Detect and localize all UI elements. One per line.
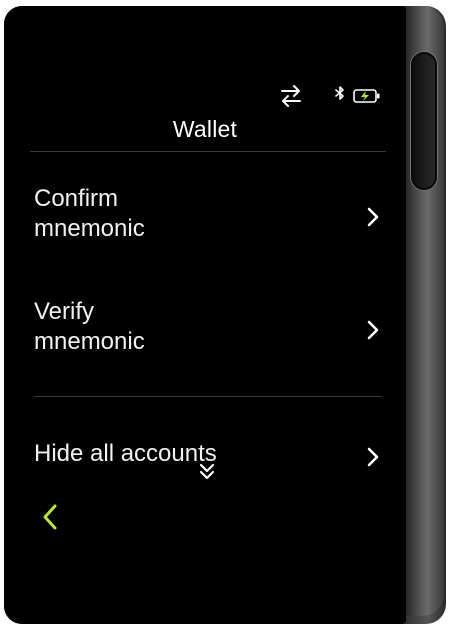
chevron-right-icon xyxy=(367,320,379,340)
chevron-right-icon xyxy=(367,447,379,467)
screen: Wallet Confirm mnemonic Verify mnemonic … xyxy=(4,6,406,624)
page-title: Wallet xyxy=(172,116,238,142)
double-chevron-down-icon[interactable] xyxy=(198,462,216,482)
header-divider xyxy=(30,151,386,152)
transfer-icon xyxy=(281,85,301,107)
menu-item-confirm-mnemonic[interactable]: Confirm mnemonic xyxy=(34,184,384,256)
section-divider xyxy=(34,396,382,397)
battery-charging-icon xyxy=(353,89,380,103)
chevron-left-icon[interactable] xyxy=(38,502,64,532)
menu-item-label: Verify mnemonic xyxy=(34,298,145,355)
side-scroll-wheel[interactable] xyxy=(411,52,437,190)
menu-item-label: Confirm mnemonic xyxy=(34,185,145,242)
chevron-right-icon xyxy=(367,207,379,227)
menu-item-verify-mnemonic[interactable]: Verify mnemonic xyxy=(34,297,384,369)
bluetooth-icon xyxy=(335,86,344,100)
